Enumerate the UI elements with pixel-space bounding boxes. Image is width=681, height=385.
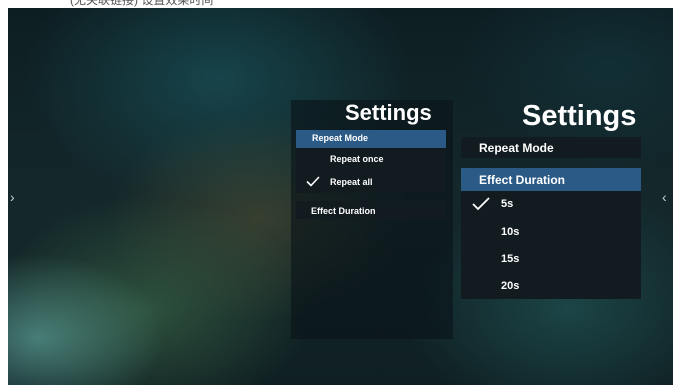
- option-label: Repeat once: [330, 154, 384, 164]
- check-icon: [306, 176, 320, 187]
- effect-duration-options: 5s 10s 15s 20s: [461, 191, 641, 299]
- option-15s[interactable]: 15s: [461, 245, 641, 272]
- option-label: 10s: [501, 226, 520, 238]
- left-settings-panel: Settings Repeat Mode Repeat once Repeat …: [291, 100, 453, 339]
- repeat-mode-item[interactable]: Repeat Mode: [461, 137, 641, 158]
- effect-duration-item[interactable]: Effect Duration: [296, 201, 446, 219]
- top-caption-strip: (无关联链接) 设置效果时间: [0, 0, 681, 8]
- option-repeat-all[interactable]: Repeat all: [296, 170, 446, 192]
- option-label: 20s: [501, 280, 520, 292]
- option-label: Repeat all: [330, 177, 373, 187]
- check-icon: [472, 197, 490, 211]
- option-label: 15s: [501, 253, 520, 265]
- chevron-left-icon[interactable]: ‹: [662, 190, 667, 204]
- option-20s[interactable]: 20s: [461, 272, 641, 299]
- effect-duration-item[interactable]: Effect Duration: [461, 168, 641, 191]
- repeat-mode-label: Repeat Mode: [312, 133, 369, 143]
- repeat-mode-item[interactable]: Repeat Mode: [296, 130, 446, 148]
- option-10s[interactable]: 10s: [461, 218, 641, 245]
- option-label: 5s: [501, 198, 514, 210]
- repeat-mode-label: Repeat Mode: [479, 141, 554, 155]
- panel-title: Settings: [345, 100, 432, 125]
- effect-duration-label: Effect Duration: [311, 206, 376, 216]
- effect-duration-label: Effect Duration: [479, 173, 566, 187]
- option-repeat-once[interactable]: Repeat once: [296, 148, 446, 170]
- option-5s[interactable]: 5s: [461, 191, 641, 218]
- header-fragment: (无关联链接) 设置效果时间: [70, 0, 214, 7]
- slideshow-screen: › ‹ Settings Repeat Mode Repeat once Rep…: [8, 8, 673, 385]
- repeat-mode-options: Repeat once Repeat all: [296, 148, 446, 193]
- chevron-right-icon[interactable]: ›: [10, 190, 15, 204]
- panel-title: Settings: [522, 100, 637, 132]
